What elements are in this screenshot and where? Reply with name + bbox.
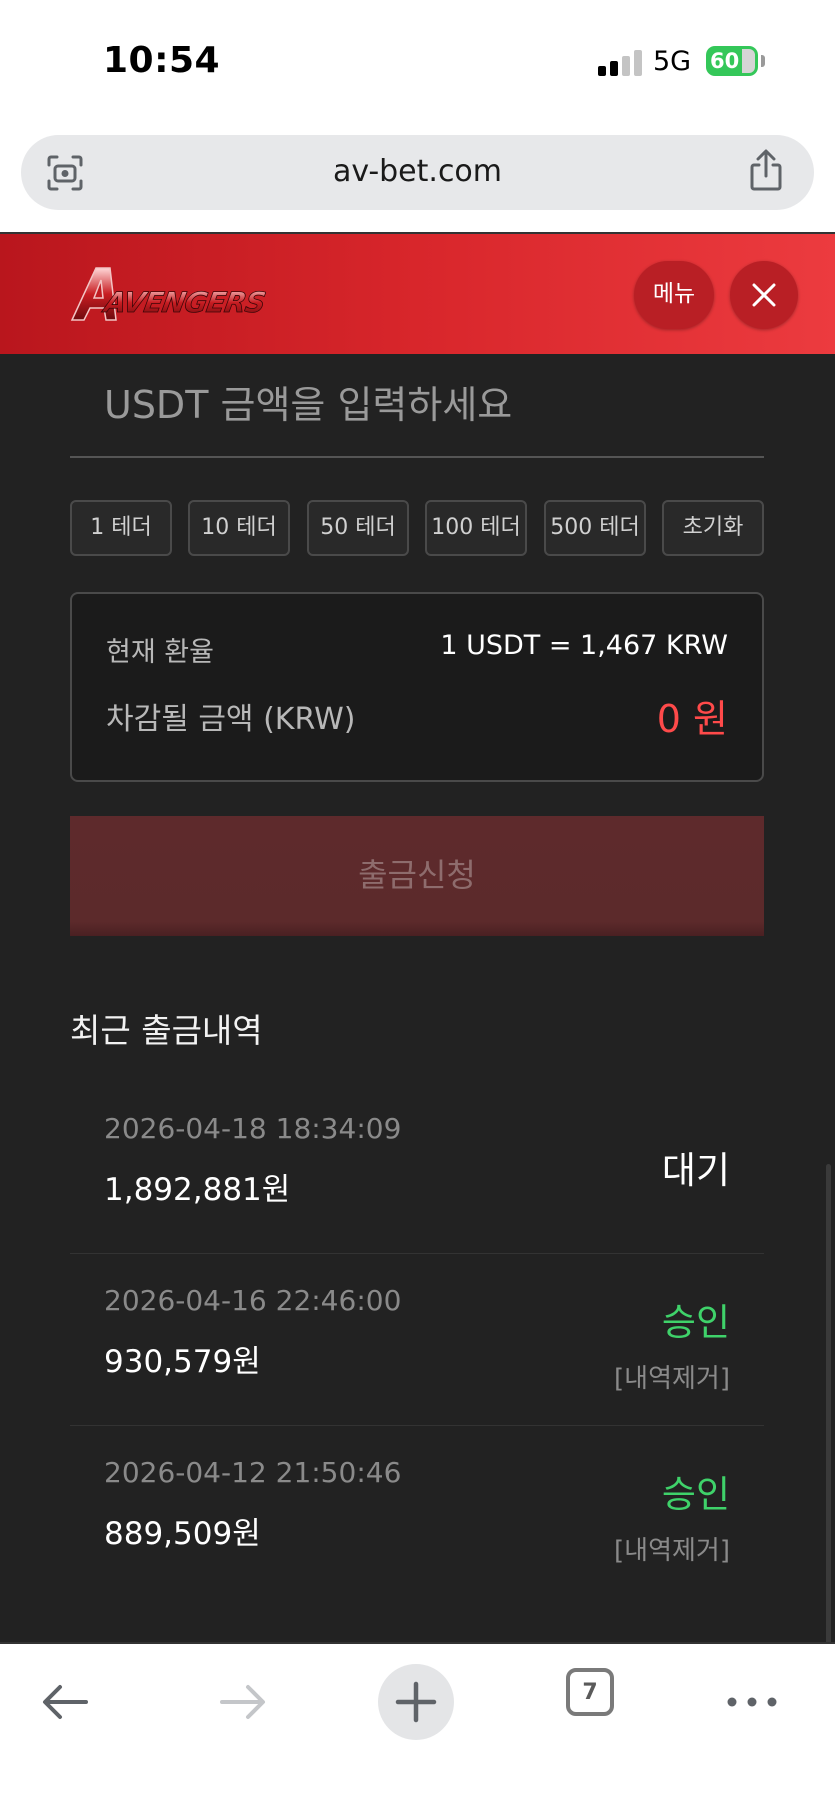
withdraw-history-list: 2026-04-18 18:34:09 1,892,881원 대기 2026-0… xyxy=(70,1082,764,1598)
reset-button[interactable]: 초기화 xyxy=(662,500,764,556)
quick-100-button[interactable]: 100 테더 xyxy=(425,500,527,556)
close-button[interactable] xyxy=(730,261,798,329)
browser-toolbar: 7 xyxy=(0,1646,835,1811)
history-amount: 930,579원 xyxy=(104,1344,261,1380)
history-date: 2026-04-12 21:50:46 xyxy=(104,1456,402,1489)
app-header: AVENGERS 메뉴 xyxy=(0,234,835,354)
avengers-logo[interactable]: AVENGERS xyxy=(66,262,266,328)
deduct-label: 차감될 금액 (KRW) xyxy=(106,702,356,737)
usdt-amount-input[interactable] xyxy=(70,354,764,458)
status-pending: 대기 xyxy=(661,1149,730,1192)
withdraw-request-button[interactable]: 출금신청 xyxy=(70,816,764,936)
battery-icon: 60 xyxy=(706,46,765,76)
history-row: 2026-04-18 18:34:09 1,892,881원 대기 xyxy=(70,1082,764,1254)
address-bar[interactable]: av-bet.com xyxy=(21,135,814,210)
signal-icon xyxy=(598,50,642,76)
more-options-icon[interactable] xyxy=(722,1672,782,1732)
history-amount: 1,892,881원 xyxy=(104,1172,291,1208)
quick-amount-buttons: 1 테더 10 테더 50 테더 100 테더 500 테더 초기화 xyxy=(70,500,764,556)
scrollbar[interactable] xyxy=(826,1164,831,1642)
exchange-rate-box: 현재 환율 1 USDT = 1,467 KRW 차감될 금액 (KRW) 0 … xyxy=(70,592,764,782)
svg-text:AVENGERS: AVENGERS xyxy=(100,286,266,319)
quick-1-button[interactable]: 1 테더 xyxy=(70,500,172,556)
rate-value: 1 USDT = 1,467 KRW xyxy=(440,630,728,661)
deduct-value: 0 원 xyxy=(656,697,728,741)
battery-level: 60 xyxy=(710,49,740,73)
close-icon xyxy=(752,283,776,307)
withdraw-page: AVENGERS 메뉴 1 테더 10 테더 50 테더 100 테더 500 … xyxy=(0,232,835,1644)
tab-switcher-button[interactable]: 7 xyxy=(566,1668,614,1716)
history-date: 2026-04-16 22:46:00 xyxy=(104,1284,402,1317)
remove-history-link[interactable]: [내역제거] xyxy=(614,1358,730,1395)
status-bar: 10:54 5G 60 xyxy=(0,0,835,120)
rate-label: 현재 환율 xyxy=(106,637,214,668)
quick-500-button[interactable]: 500 테더 xyxy=(544,500,646,556)
history-row: 2026-04-12 21:50:46 889,509원 승인 [내역제거] xyxy=(70,1426,764,1598)
status-approved: 승인 xyxy=(661,1301,730,1344)
network-type: 5G xyxy=(653,46,692,77)
clock: 10:54 xyxy=(103,40,221,81)
plus-icon xyxy=(395,1681,437,1723)
new-tab-button[interactable] xyxy=(378,1664,454,1740)
status-approved: 승인 xyxy=(661,1473,730,1516)
back-arrow-icon[interactable] xyxy=(36,1672,96,1732)
remove-history-link[interactable]: [내역제거] xyxy=(614,1530,730,1567)
forward-arrow-icon[interactable] xyxy=(212,1672,272,1732)
quick-10-button[interactable]: 10 테더 xyxy=(188,500,290,556)
share-icon[interactable] xyxy=(748,149,784,193)
history-row: 2026-04-16 22:46:00 930,579원 승인 [내역제거] xyxy=(70,1254,764,1426)
quick-50-button[interactable]: 50 테더 xyxy=(307,500,409,556)
history-title: 최근 출금내역 xyxy=(70,1011,263,1050)
url-text[interactable]: av-bet.com xyxy=(21,154,814,189)
history-date: 2026-04-18 18:34:09 xyxy=(104,1112,402,1145)
history-amount: 889,509원 xyxy=(104,1516,261,1552)
menu-button[interactable]: 메뉴 xyxy=(634,261,714,329)
